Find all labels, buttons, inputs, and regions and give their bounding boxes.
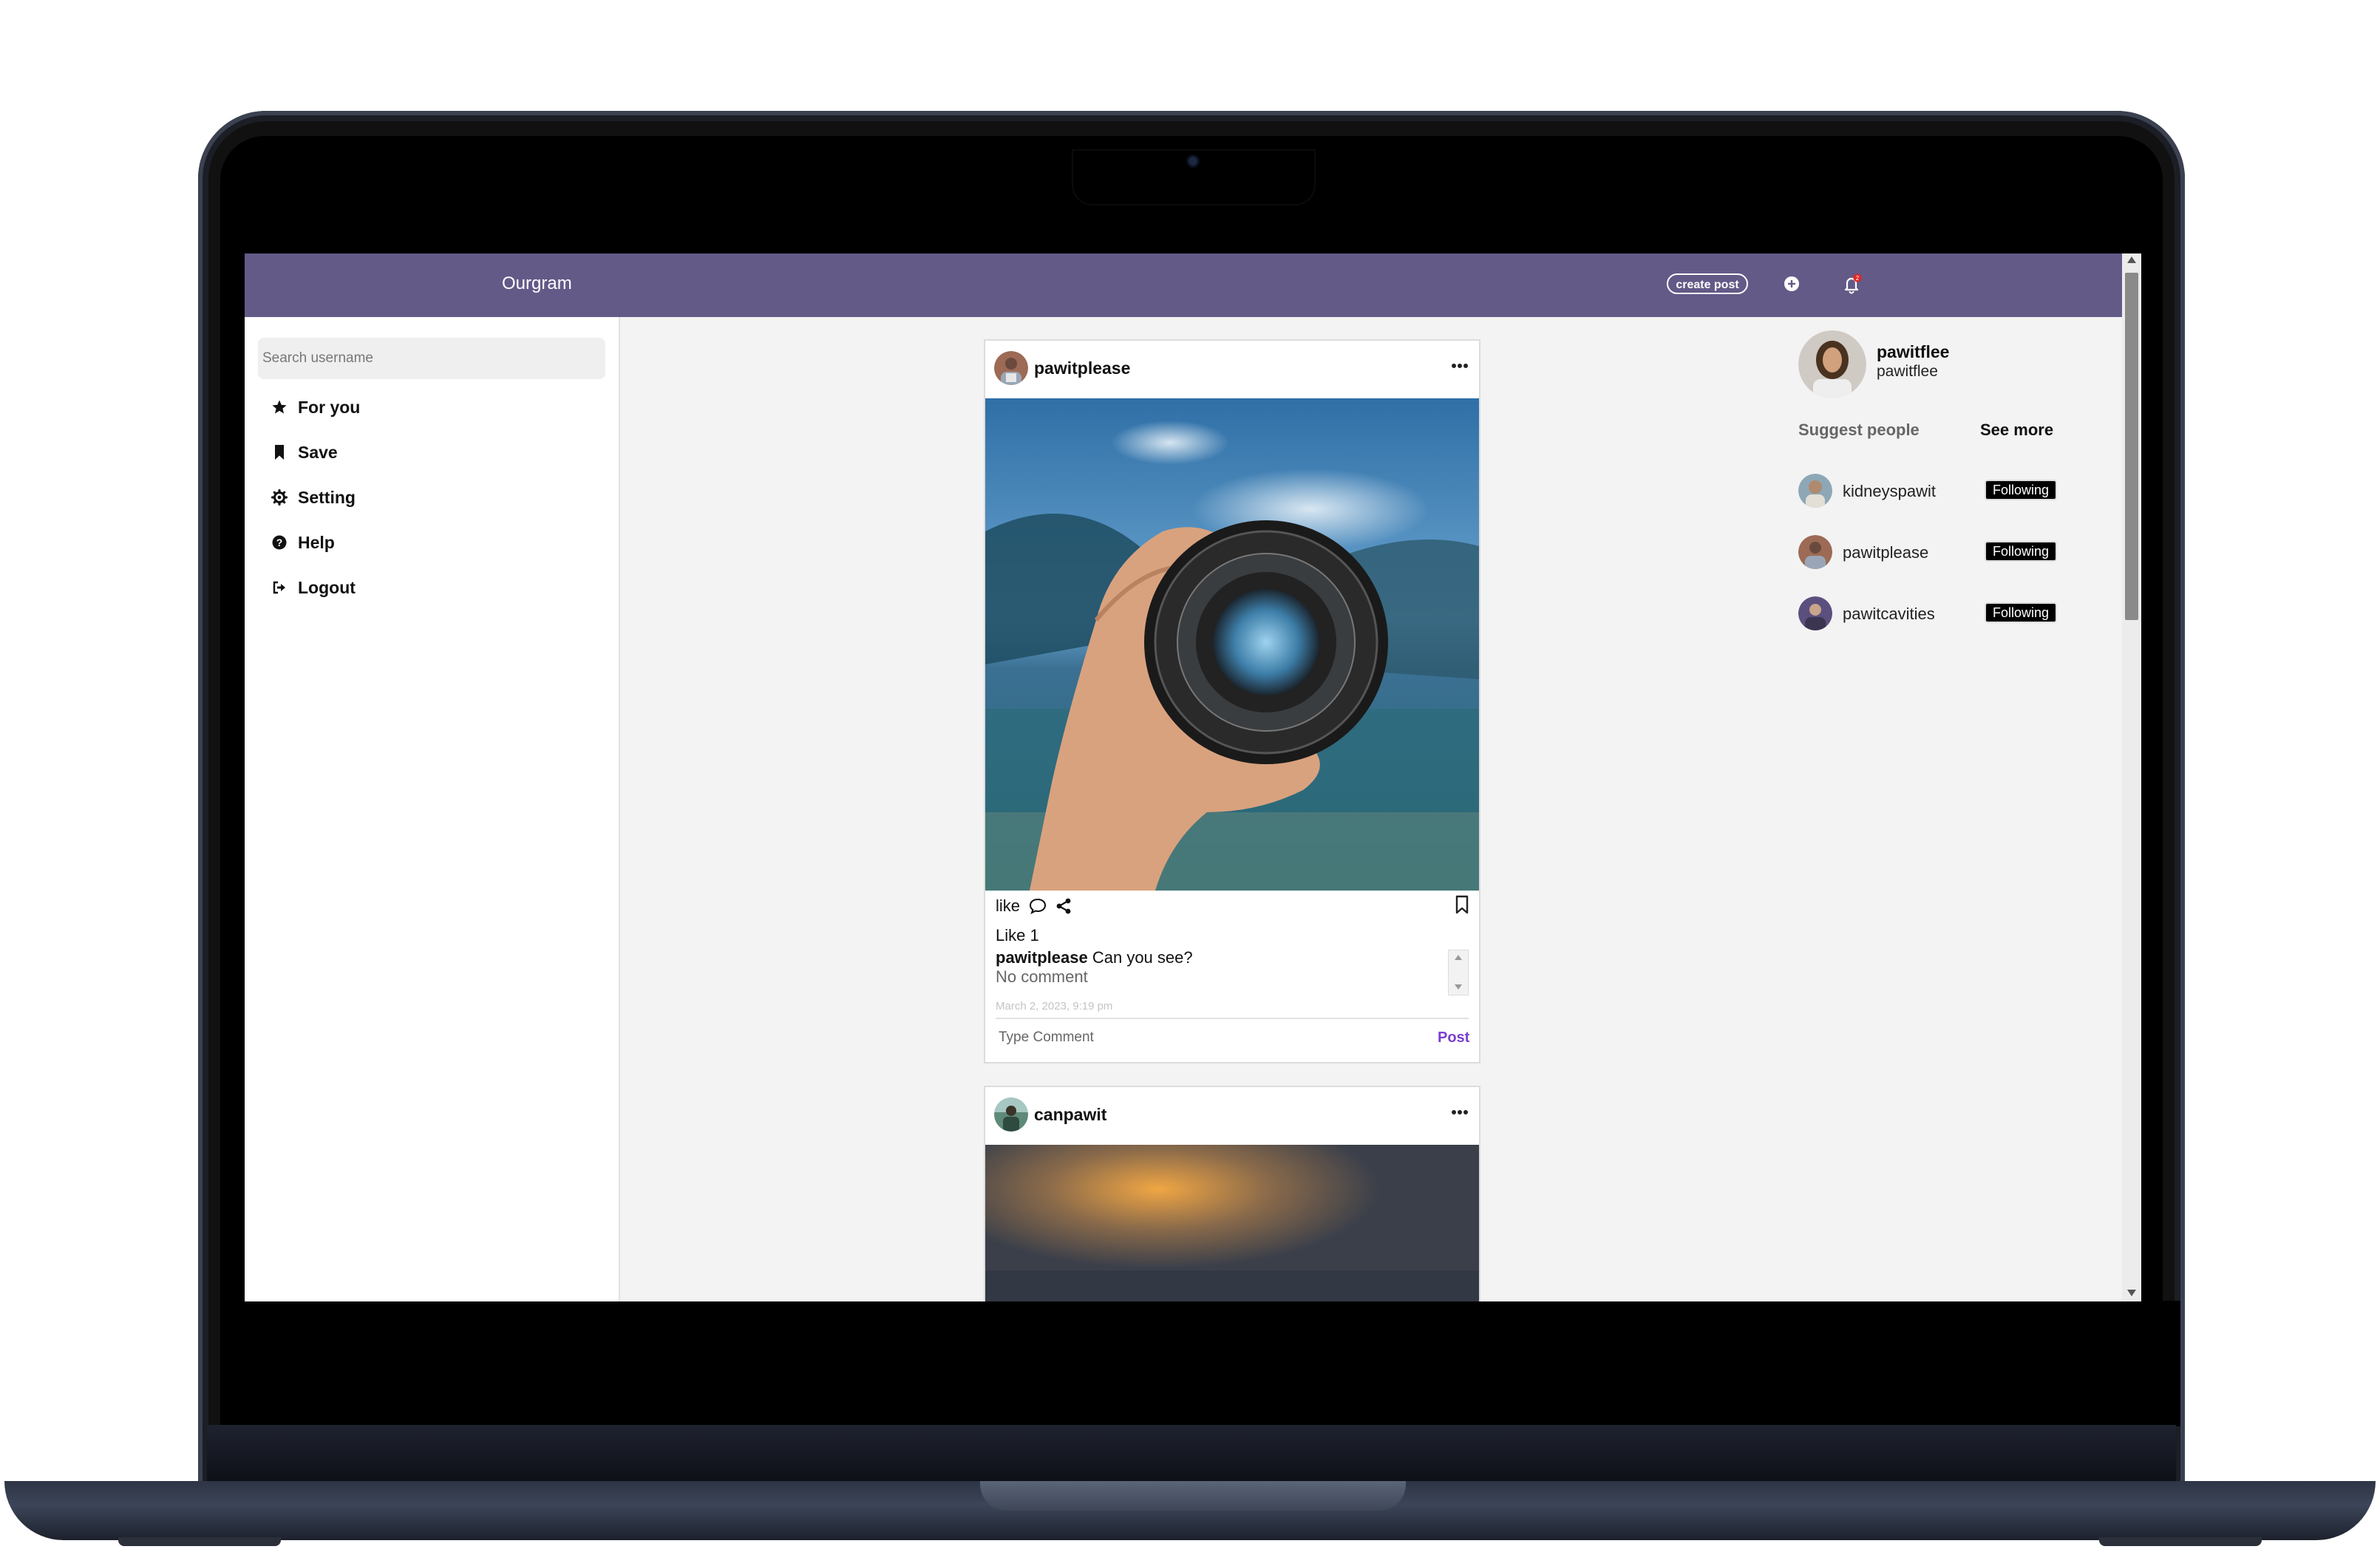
comments-scrollbar[interactable] — [1448, 950, 1469, 995]
search-input[interactable] — [258, 338, 605, 379]
question-circle-icon: ? — [272, 535, 287, 550]
notification-badge: 2 — [1856, 275, 1860, 282]
create-post-button[interactable]: create post — [1667, 273, 1748, 294]
suggestion-item: pawitplease Following — [1798, 534, 2064, 571]
star-icon — [272, 400, 287, 414]
screen-bottom-bezel — [244, 1301, 2180, 1426]
comment-input[interactable] — [997, 1022, 1384, 1053]
post-header: canpawit — [985, 1087, 1479, 1145]
laptop-chin — [207, 1425, 2176, 1484]
svg-text:?: ? — [276, 537, 283, 548]
sidebar-item-help[interactable]: ? Help — [271, 528, 335, 557]
app-screen: Ourgram create post 2 For you Save — [245, 253, 2141, 1301]
sidebar-item-logout[interactable]: Logout — [271, 573, 356, 602]
sidebar-item-setting[interactable]: Setting — [271, 483, 356, 512]
sidebar-item-save[interactable]: Save — [271, 438, 338, 467]
following-button[interactable]: Following — [1985, 480, 2057, 500]
post-timestamp: March 2, 2023, 9:19 pm — [996, 1000, 1113, 1012]
comments-status: No comment — [996, 967, 1088, 986]
avatar[interactable] — [994, 351, 1028, 385]
avatar[interactable] — [1798, 474, 1832, 508]
post-header: pawitplease — [985, 341, 1479, 398]
sidebar-item-label: Setting — [298, 487, 356, 507]
profile-avatar[interactable] — [1798, 330, 1866, 398]
post-image[interactable] — [985, 1145, 1479, 1301]
post-caption: pawitplease Can you see? — [996, 948, 1193, 967]
suggestion-username[interactable]: pawitcavities — [1843, 605, 1935, 624]
post-username[interactable]: canpawit — [1034, 1105, 1106, 1125]
profile-name[interactable]: pawitflee — [1877, 342, 1949, 362]
post-comment-button[interactable]: Post — [1438, 1029, 1469, 1046]
caption-username[interactable]: pawitplease — [996, 948, 1088, 967]
laptop-hinge — [980, 1481, 1406, 1511]
caption-text: Can you see? — [1092, 948, 1193, 967]
share-icon[interactable] — [1055, 898, 1072, 914]
comment-divider — [996, 1018, 1469, 1019]
laptop-foot-left — [118, 1537, 281, 1546]
laptop-foot-right — [2099, 1537, 2262, 1546]
avatar[interactable] — [1798, 596, 1832, 630]
suggestion-username[interactable]: pawitplease — [1843, 543, 1928, 562]
page-scrollbar[interactable] — [2122, 253, 2141, 1301]
scroll-down-icon[interactable] — [1455, 984, 1462, 990]
avatar[interactable] — [994, 1097, 1028, 1131]
left-sidebar: For you Save Setting ? — [245, 317, 620, 1301]
logout-icon — [273, 581, 285, 594]
suggestion-username[interactable]: kidneyspawit — [1843, 482, 1936, 501]
scrollbar-thumb[interactable] — [2125, 273, 2138, 620]
scroll-up-icon[interactable] — [2127, 256, 2136, 263]
avatar[interactable] — [1798, 535, 1832, 569]
top-navbar: Ourgram create post 2 — [245, 253, 2122, 317]
post-actions: like — [996, 895, 1072, 917]
suggestion-item: kidneyspawit Following — [1798, 472, 2064, 509]
gear-icon — [271, 489, 288, 506]
bell-icon[interactable]: 2 — [1841, 273, 1862, 294]
sidebar-item-for-you[interactable]: For you — [271, 392, 360, 422]
scroll-up-icon[interactable] — [1455, 955, 1462, 960]
sidebar-item-label: Logout — [298, 577, 356, 597]
bookmark-icon[interactable] — [1454, 895, 1470, 914]
following-button[interactable]: Following — [1985, 541, 2057, 562]
post-username[interactable]: pawitplease — [1034, 358, 1130, 378]
app-brand[interactable]: Ourgram — [502, 273, 572, 294]
suggestion-item: pawitcavities Following — [1798, 595, 2064, 632]
see-more-link[interactable]: See more — [1980, 421, 2053, 440]
camera-icon — [1189, 157, 1197, 166]
suggest-people-title: Suggest people — [1798, 421, 1920, 439]
following-button[interactable]: Following — [1985, 602, 2057, 623]
feed-post: canpawit — [984, 1086, 1480, 1301]
comment-icon[interactable] — [1029, 898, 1047, 914]
bookmark-icon — [275, 445, 284, 460]
feed-post: pawitplease like Like 1 pawitplease Can … — [984, 339, 1480, 1063]
sidebar-item-label: Help — [298, 532, 335, 552]
plus-circle-icon[interactable] — [1784, 276, 1800, 292]
likes-count: Like 1 — [996, 926, 1039, 945]
scroll-down-icon[interactable] — [2127, 1290, 2136, 1296]
profile-handle: pawitflee — [1877, 363, 1938, 380]
more-options-icon[interactable] — [1451, 1108, 1469, 1117]
like-button[interactable]: like — [996, 896, 1020, 916]
sidebar-item-label: For you — [298, 397, 361, 417]
sidebar-item-label: Save — [298, 442, 338, 462]
post-image[interactable] — [985, 398, 1479, 891]
more-options-icon[interactable] — [1451, 361, 1469, 370]
